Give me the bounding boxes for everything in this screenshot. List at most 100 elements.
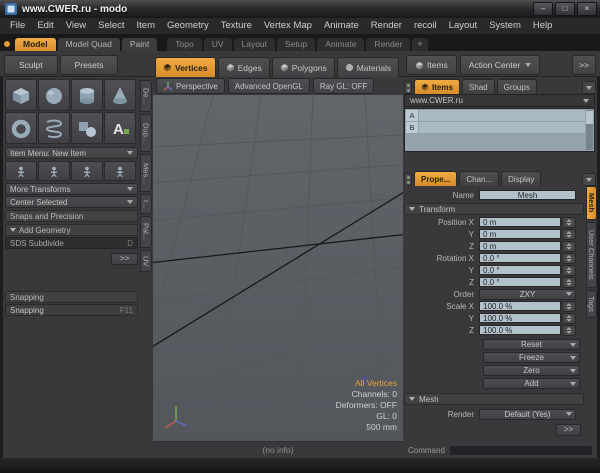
scrollbar-thumb[interactable] [586, 111, 593, 124]
cylinder-primitive-button[interactable] [71, 79, 103, 111]
order-dropdown[interactable]: ZXY [479, 289, 576, 300]
scale-y-stepper[interactable] [562, 313, 576, 324]
sidetab-mesh[interactable]: Mesh [586, 186, 597, 220]
menu-system[interactable]: System [483, 18, 527, 34]
menu-vertex-map[interactable]: Vertex Map [258, 18, 318, 34]
menu-select[interactable]: Select [92, 18, 130, 34]
add-geometry-header[interactable]: Add Geometry [5, 224, 138, 236]
tab-polygons[interactable]: Polygons [272, 57, 335, 77]
sculpt-button[interactable]: Sculpt [4, 55, 58, 75]
item-tool-button-2[interactable] [38, 161, 70, 181]
center-selected-dropdown[interactable]: Center Selected [5, 196, 138, 208]
menu-item[interactable]: Item [131, 18, 161, 34]
scale-x-field[interactable]: 100.0 % [479, 301, 561, 311]
presets-button[interactable]: Presets [60, 55, 119, 75]
rotation-x-stepper[interactable] [562, 253, 576, 264]
tab-edges[interactable]: Edges [218, 57, 270, 77]
tab-items[interactable]: Items [414, 79, 460, 94]
menu-view[interactable]: View [60, 18, 92, 34]
render-dropdown[interactable]: Default (Yes) [479, 409, 576, 420]
item-menu-dropdown[interactable]: Item Menu: New Item [5, 147, 138, 159]
tab-topo[interactable]: Topo [167, 38, 201, 51]
menu-texture[interactable]: Texture [215, 18, 258, 34]
raygl-toggle[interactable]: Ray GL: OFF [313, 78, 375, 94]
zero-button[interactable]: Zero [483, 365, 580, 376]
sidetab-uv[interactable]: UV [140, 250, 152, 272]
position-y-stepper[interactable] [562, 229, 576, 240]
sphere-primitive-button[interactable] [38, 79, 70, 111]
row-cell[interactable] [419, 110, 585, 121]
panel-grip-icon[interactable] [404, 173, 412, 186]
sidetab-paint[interactable]: Pal... [140, 216, 152, 248]
sidetab-duplicate[interactable]: Dup... [140, 114, 152, 152]
name-field[interactable]: Mesh [479, 190, 576, 200]
snaps-precision-header[interactable]: Snaps and Precision [5, 210, 138, 222]
reset-button[interactable]: Reset [483, 339, 580, 350]
menu-file[interactable]: File [4, 18, 31, 34]
sidetab-deform[interactable]: De... [140, 80, 152, 112]
minimize-button[interactable]: – [533, 2, 553, 16]
shapes-primitive-button[interactable] [71, 112, 103, 144]
tab-setup[interactable]: Setup [277, 38, 315, 51]
close-button[interactable]: × [577, 2, 597, 16]
menu-render[interactable]: Render [365, 18, 408, 34]
viewport-canvas[interactable]: All Vertices Channels: 0 Deformers: OFF … [153, 95, 403, 441]
menu-animate[interactable]: Animate [318, 18, 365, 34]
tab-shader-tree[interactable]: Shad [462, 79, 495, 94]
add-tab-button[interactable]: + [412, 38, 427, 51]
sidetab-items[interactable]: I... [140, 194, 152, 214]
snapping-toggle[interactable]: Snapping F11 [5, 304, 138, 316]
snapping-section-header[interactable]: Snapping [5, 291, 138, 303]
position-x-stepper[interactable] [562, 217, 576, 228]
tab-channels[interactable]: Chan... [459, 171, 499, 186]
sidetab-mesh-edit[interactable]: Mes... [140, 154, 152, 192]
rotation-y-stepper[interactable] [562, 265, 576, 276]
toolbar-more-button[interactable]: >> [572, 55, 596, 75]
row-tag[interactable]: B [406, 122, 418, 133]
tab-materials[interactable]: Materials [337, 57, 399, 77]
command-input[interactable] [449, 445, 593, 456]
tab-model-quad[interactable]: Model Quad [58, 38, 120, 51]
maximize-button[interactable]: □ [555, 2, 575, 16]
row-cell[interactable] [419, 122, 585, 133]
tab-animate[interactable]: Animate [317, 38, 364, 51]
sidetab-user-channels[interactable]: User Channels [586, 222, 597, 288]
item-tool-button-1[interactable] [5, 161, 37, 181]
menu-layout[interactable]: Layout [443, 18, 484, 34]
scale-z-field[interactable]: 100.0 % [479, 325, 561, 335]
sds-subdivide-button[interactable]: SDS Subdivide D [5, 237, 138, 249]
tab-overflow-dropdown[interactable] [582, 81, 596, 94]
text-tool-button[interactable]: A [104, 112, 136, 144]
view-type-dropdown[interactable]: Perspective [156, 78, 225, 94]
rotation-z-stepper[interactable] [562, 277, 576, 288]
tab-properties[interactable]: Prope... [414, 171, 457, 186]
item-tool-button-3[interactable] [71, 161, 103, 181]
mesh-section-header[interactable]: Mesh [404, 393, 584, 405]
item-list-row[interactable]: B [406, 122, 585, 133]
tab-paint[interactable]: Paint [122, 38, 157, 51]
tab-display[interactable]: Display [501, 171, 541, 186]
position-z-stepper[interactable] [562, 241, 576, 252]
menu-geometry[interactable]: Geometry [161, 18, 215, 34]
scene-dropdown[interactable]: www.CWER.ru [404, 94, 595, 107]
shading-mode-dropdown[interactable]: Advanced OpenGL [228, 78, 310, 94]
scale-x-stepper[interactable] [562, 301, 576, 312]
properties-more-button[interactable]: >> [556, 424, 581, 436]
left-more-button[interactable]: >> [111, 253, 138, 265]
position-z-field[interactable]: 0 m [479, 241, 561, 251]
rotation-x-field[interactable]: 0.0 ° [479, 253, 561, 263]
tab-uv[interactable]: UV [204, 38, 232, 51]
tab-vertices[interactable]: Vertices [155, 57, 216, 77]
item-list-row[interactable]: A [406, 110, 585, 121]
helix-primitive-button[interactable] [38, 112, 70, 144]
cone-primitive-button[interactable] [104, 79, 136, 111]
tab-groups[interactable]: Groups [497, 79, 537, 94]
menu-help[interactable]: Help [527, 18, 559, 34]
items-mode-button[interactable]: Items [406, 55, 457, 75]
item-tool-button-4[interactable] [104, 161, 136, 181]
menu-edit[interactable]: Edit [31, 18, 59, 34]
menu-recoil[interactable]: recoil [408, 18, 443, 34]
scale-z-stepper[interactable] [562, 325, 576, 336]
action-center-dropdown[interactable]: Action Center [460, 55, 541, 75]
rotation-y-field[interactable]: 0.0 ° [479, 265, 561, 275]
